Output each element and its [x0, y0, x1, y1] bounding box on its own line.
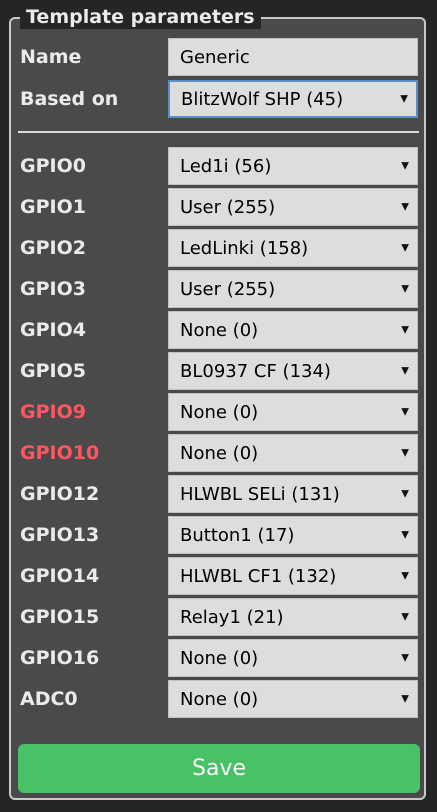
gpio-select[interactable]: None (0) ▼ [168, 639, 418, 677]
chevron-down-icon: ▼ [401, 447, 409, 459]
name-label: Name [20, 46, 82, 68]
chevron-down-icon: ▼ [401, 693, 409, 705]
chevron-down-icon: ▼ [401, 283, 409, 295]
gpio-label: GPIO16 [20, 647, 100, 669]
gpio-select[interactable]: Led1i (56) ▼ [168, 147, 418, 185]
gpio-row: GPIO13 Button1 (17) ▼ [20, 516, 418, 554]
gpio-select[interactable]: Relay1 (21) ▼ [168, 598, 418, 636]
gpio-label: GPIO4 [20, 319, 86, 341]
chevron-down-icon: ▼ [400, 93, 408, 105]
gpio-row: GPIO5 BL0937 CF (134) ▼ [20, 352, 418, 390]
gpio-row: GPIO16 None (0) ▼ [20, 639, 418, 677]
gpio-row: GPIO10 None (0) ▼ [20, 434, 418, 472]
based-on-label: Based on [20, 88, 119, 110]
gpio-label: ADC0 [20, 688, 78, 710]
chevron-down-icon: ▼ [401, 324, 409, 336]
gpio-label: GPIO5 [20, 360, 86, 382]
gpio-select[interactable]: None (0) ▼ [168, 680, 418, 718]
chevron-down-icon: ▼ [401, 160, 409, 172]
gpio-row: GPIO1 User (255) ▼ [20, 188, 418, 226]
gpio-select[interactable]: HLWBL CF1 (132) ▼ [168, 557, 418, 595]
gpio-row: GPIO3 User (255) ▼ [20, 270, 418, 308]
save-button[interactable]: Save [18, 744, 420, 793]
gpio-select-value: None (0) [180, 442, 259, 464]
gpio-select[interactable]: Button1 (17) ▼ [168, 516, 418, 554]
gpio-select[interactable]: BL0937 CF (134) ▼ [168, 352, 418, 390]
gpio-select-value: User (255) [180, 278, 276, 300]
gpio-select[interactable]: None (0) ▼ [168, 393, 418, 431]
gpio-row: GPIO12 HLWBL SELi (131) ▼ [20, 475, 418, 513]
chevron-down-icon: ▼ [401, 406, 409, 418]
gpio-select-value: None (0) [180, 688, 259, 710]
chevron-down-icon: ▼ [401, 242, 409, 254]
gpio-select-value: None (0) [180, 647, 259, 669]
chevron-down-icon: ▼ [401, 529, 409, 541]
gpio-label: GPIO2 [20, 237, 86, 259]
gpio-select-value: User (255) [180, 196, 276, 218]
chevron-down-icon: ▼ [401, 365, 409, 377]
gpio-select[interactable]: None (0) ▼ [168, 311, 418, 349]
chevron-down-icon: ▼ [401, 652, 409, 664]
gpio-select[interactable]: HLWBL SELi (131) ▼ [168, 475, 418, 513]
based-on-row: Based on BlitzWolf SHP (45) ▼ [20, 80, 418, 118]
gpio-select[interactable]: User (255) ▼ [168, 188, 418, 226]
gpio-label: GPIO9 [20, 401, 86, 423]
gpio-label: GPIO15 [20, 606, 100, 628]
gpio-select-value: LedLinki (158) [180, 237, 309, 259]
gpio-select-value: None (0) [180, 401, 259, 423]
gpio-label: GPIO3 [20, 278, 86, 300]
gpio-select-value: None (0) [180, 319, 259, 341]
based-on-value: BlitzWolf SHP (45) [181, 88, 344, 110]
chevron-down-icon: ▼ [401, 611, 409, 623]
gpio-select-value: HLWBL SELi (131) [180, 483, 340, 505]
gpio-row: ADC0 None (0) ▼ [20, 680, 418, 718]
gpio-select-value: Led1i (56) [180, 155, 272, 177]
gpio-label: GPIO14 [20, 565, 100, 587]
gpio-select-value: HLWBL CF1 (132) [180, 565, 337, 587]
gpio-row: GPIO2 LedLinki (158) ▼ [20, 229, 418, 267]
name-row: Name Generic [20, 38, 418, 76]
gpio-row: GPIO15 Relay1 (21) ▼ [20, 598, 418, 636]
chevron-down-icon: ▼ [401, 201, 409, 213]
gpio-label: GPIO1 [20, 196, 86, 218]
gpio-row: GPIO14 HLWBL CF1 (132) ▼ [20, 557, 418, 595]
gpio-select-value: Button1 (17) [180, 524, 295, 546]
gpio-select[interactable]: None (0) ▼ [168, 434, 418, 472]
gpio-label: GPIO10 [20, 442, 100, 464]
gpio-row: GPIO0 Led1i (56) ▼ [20, 147, 418, 185]
gpio-select-value: Relay1 (21) [180, 606, 284, 628]
gpio-row: GPIO9 None (0) ▼ [20, 393, 418, 431]
based-on-select[interactable]: BlitzWolf SHP (45) ▼ [168, 80, 418, 118]
name-input[interactable]: Generic [168, 38, 418, 76]
gpio-select-value: BL0937 CF (134) [180, 360, 331, 382]
gpio-select[interactable]: User (255) ▼ [168, 270, 418, 308]
chevron-down-icon: ▼ [401, 488, 409, 500]
panel-title: Template parameters [20, 5, 261, 29]
gpio-label: GPIO13 [20, 524, 100, 546]
gpio-select[interactable]: LedLinki (158) ▼ [168, 229, 418, 267]
gpio-row: GPIO4 None (0) ▼ [20, 311, 418, 349]
gpio-label: GPIO12 [20, 483, 100, 505]
gpio-label: GPIO0 [20, 155, 86, 177]
chevron-down-icon: ▼ [401, 570, 409, 582]
divider [18, 131, 419, 133]
